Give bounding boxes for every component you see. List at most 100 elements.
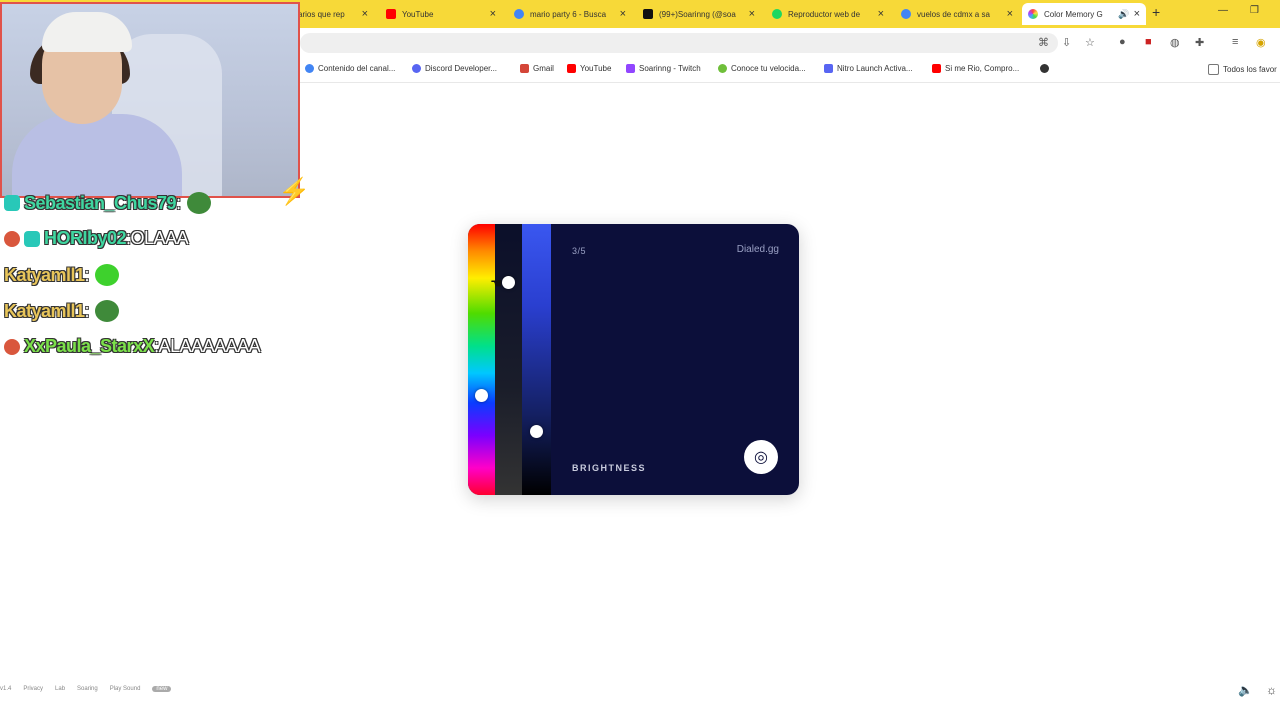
new-tab-button[interactable]: +: [1152, 4, 1160, 20]
badge-icon: [4, 230, 20, 247]
brightness-slider[interactable]: [522, 224, 551, 495]
close-icon[interactable]: ×: [1134, 8, 1140, 20]
extension-icon[interactable]: ●: [1119, 36, 1126, 48]
tab-title: (99+)Soarinng (@soa: [659, 9, 736, 19]
discord-icon: [412, 64, 421, 73]
target-icon: ◎: [754, 449, 768, 466]
gmail-icon: [520, 64, 529, 73]
streamer-torso: [12, 114, 182, 196]
footer-link[interactable]: Privacy: [23, 686, 43, 692]
pepe-emote-icon: [186, 192, 211, 214]
chat-message: Sebastian_Chus79 :: [4, 192, 211, 214]
extension-icon[interactable]: ■: [1145, 36, 1152, 48]
hue-slider[interactable]: [468, 224, 495, 495]
tab-5[interactable]: Reproductor web de ×: [766, 3, 890, 25]
bookmark-label: Contenido del canal...: [318, 64, 396, 73]
version-label: v1.4: [0, 686, 12, 692]
extension-icon[interactable]: ◍: [1170, 36, 1180, 49]
page-footer: v1.4 Privacy Lab Soaring Play Sound new: [0, 686, 183, 692]
close-icon[interactable]: ×: [362, 8, 368, 20]
bookmark-item[interactable]: Nitro Launch Activa...: [824, 64, 913, 73]
brand-label: Dialed.gg: [736, 244, 779, 255]
close-icon[interactable]: ×: [1007, 8, 1013, 20]
bookmark-item[interactable]: Soarinng - Twitch: [626, 64, 701, 73]
new-pill: new: [152, 686, 172, 692]
nitro-icon: [824, 64, 833, 73]
bookmark-item[interactable]: Si me Rio, Compro...: [932, 64, 1019, 73]
bookmark-item[interactable]: Gmail: [520, 64, 554, 73]
translate-icon[interactable]: ⌘: [1038, 36, 1049, 49]
submit-button[interactable]: ◎: [744, 440, 778, 474]
spotify-icon: [772, 9, 782, 19]
chat-text: ALAAAAAAA: [158, 336, 261, 356]
folder-icon: [1208, 64, 1219, 75]
slime-emote-icon: [95, 264, 120, 286]
footer-link[interactable]: Lab: [55, 686, 65, 692]
tab-6[interactable]: vuelos de cdmx a sa ×: [895, 3, 1019, 25]
chat-separator: :: [176, 192, 181, 213]
bookmark-label: Conoce tu velocida...: [731, 64, 806, 73]
bookmark-item[interactable]: Contenido del canal...: [305, 64, 395, 73]
chat-message: HORIby02 : OLAAA: [4, 228, 189, 249]
pepe-emote-icon: [95, 300, 120, 322]
twitch-icon: [626, 64, 635, 73]
chat-username: Sebastian_Chus79: [24, 192, 177, 213]
sound-icon[interactable]: 🔈: [1238, 683, 1253, 697]
tiktok-icon: [643, 9, 653, 19]
menu-icon[interactable]: ≡: [1232, 36, 1238, 48]
footer-link[interactable]: Play Sound: [110, 686, 141, 692]
close-icon[interactable]: ×: [620, 8, 626, 20]
avatar[interactable]: ◉: [1256, 36, 1266, 49]
bookmark-item[interactable]: YouTube: [567, 64, 611, 73]
badge-icon: [24, 230, 40, 247]
chat-separator: :: [84, 264, 90, 285]
minimize-icon[interactable]: —: [1218, 5, 1228, 16]
bookmark-label: Soarinng - Twitch: [639, 64, 701, 73]
color-game-card: 3/5 Dialed.gg BRIGHTNESS ◎: [468, 224, 799, 495]
chat-username: Katyamll1: [4, 264, 85, 285]
install-icon[interactable]: ⇩: [1062, 36, 1071, 49]
bookmark-label: Discord Developer...: [425, 64, 498, 73]
brightness-slider-handle[interactable]: [530, 425, 543, 438]
bookmark-label: Nitro Launch Activa...: [837, 64, 913, 73]
tab-active[interactable]: Color Memory G 🔊 ×: [1022, 3, 1146, 25]
all-bookmarks-folder[interactable]: Todos los favor: [1208, 64, 1277, 75]
tab-1[interactable]: arios que rep ×: [292, 3, 374, 25]
chat-separator: :: [84, 300, 90, 321]
bookmark-item[interactable]: Discord Developer...: [412, 64, 497, 73]
omnibox[interactable]: [300, 33, 1058, 53]
globe-icon: [1040, 64, 1049, 73]
tab-4[interactable]: (99+)Soarinng (@soa ×: [637, 3, 761, 25]
tab-2[interactable]: YouTube ×: [380, 3, 502, 25]
restore-icon[interactable]: ❐: [1250, 5, 1259, 16]
webcam-overlay: [0, 2, 300, 198]
speaker-icon[interactable]: 🔊: [1118, 9, 1129, 20]
google-icon: [901, 9, 911, 19]
chat-message: Katyamll1 :: [4, 300, 120, 322]
bookmark-label: YouTube: [580, 64, 612, 73]
chat-username: Katyamll1: [4, 300, 85, 321]
footer-link[interactable]: Soaring: [77, 686, 98, 692]
youtube-icon: [386, 9, 396, 19]
bookmark-item[interactable]: [1040, 64, 1053, 73]
puzzle-icon[interactable]: ✚: [1195, 36, 1204, 49]
slider-label: BRIGHTNESS: [572, 463, 647, 473]
badge-icon: [4, 195, 20, 211]
bookmark-item[interactable]: Conoce tu velocida...: [718, 64, 806, 73]
bookmark-label: Gmail: [533, 64, 554, 73]
close-icon[interactable]: ×: [490, 8, 496, 20]
star-icon[interactable]: ☆: [1085, 36, 1095, 49]
speedtest-icon: [718, 64, 727, 73]
tab-title: YouTube: [402, 9, 434, 19]
google-icon: [305, 64, 314, 73]
youtube-icon: [567, 64, 576, 73]
round-counter: 3/5: [572, 246, 587, 256]
saturation-slider[interactable]: [495, 224, 522, 495]
close-icon[interactable]: ×: [878, 8, 884, 20]
close-icon[interactable]: ×: [749, 8, 755, 20]
chat-message: Katyamll1 :: [4, 264, 120, 286]
tab-3[interactable]: mario party 6 - Busca ×: [508, 3, 632, 25]
saturation-slider-handle[interactable]: [502, 276, 515, 289]
hue-slider-handle[interactable]: [475, 389, 488, 402]
theme-toggle-icon[interactable]: ☼: [1266, 683, 1277, 697]
